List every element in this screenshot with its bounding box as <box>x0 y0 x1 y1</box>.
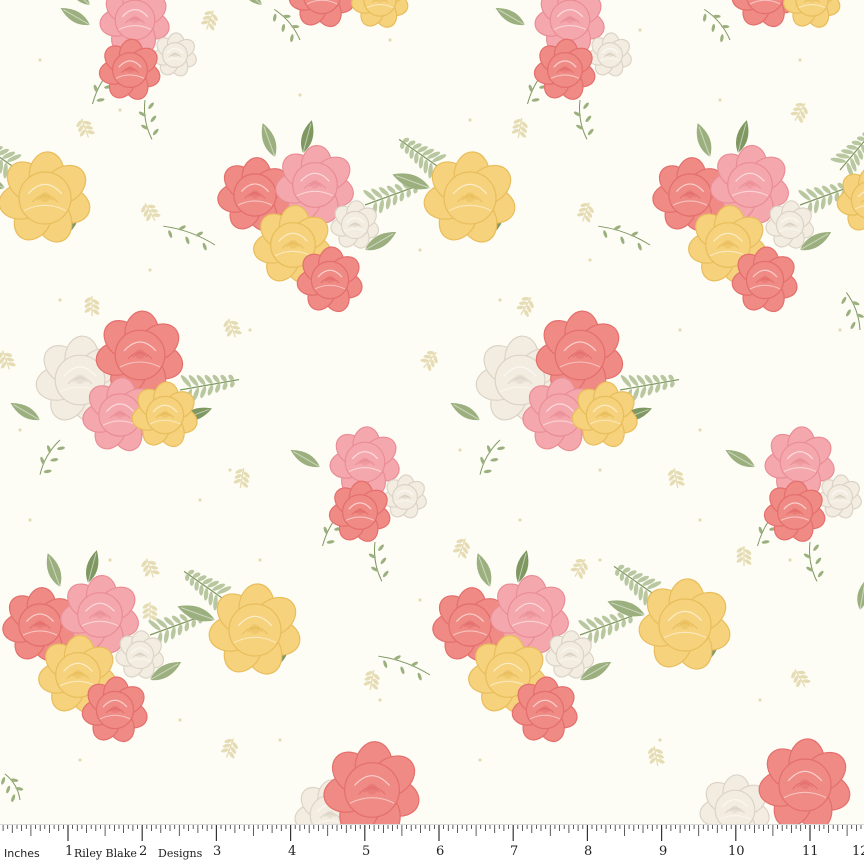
speck-dot <box>378 698 381 701</box>
speck-dot <box>468 118 471 121</box>
ruler-number: 6 <box>436 845 444 859</box>
speck-dot <box>638 28 641 31</box>
speck-dot <box>178 718 181 721</box>
ruler-number: 5 <box>362 845 370 859</box>
speck-dot <box>118 108 121 111</box>
ruler-number: 2 <box>139 845 147 859</box>
speck-dot <box>598 468 601 471</box>
speck-dot <box>148 268 151 271</box>
speck-dot <box>258 558 261 561</box>
speck-dot <box>278 738 281 741</box>
speck-dot <box>798 58 801 61</box>
speck-dot <box>758 698 761 701</box>
speck-dot <box>598 558 601 561</box>
speck-dot <box>658 738 661 741</box>
speck-dot <box>678 328 681 331</box>
speck-dot <box>588 258 591 261</box>
speck-dot <box>698 518 701 521</box>
speck-dot <box>28 518 31 521</box>
speck-dot <box>498 298 501 301</box>
ruler-number: 11 <box>802 845 819 859</box>
speck-dot <box>458 448 461 451</box>
speck-dot <box>38 58 41 61</box>
floral-pattern <box>0 0 864 824</box>
speck-dot <box>718 98 721 101</box>
ruler-number: 1 <box>65 845 73 859</box>
ruler-unit-label: Inches <box>4 847 40 861</box>
ruler-brand-left: Riley Blake <box>74 847 137 861</box>
ruler-number: 4 <box>288 845 296 859</box>
inch-ruler: Inches Riley Blake Designs 1234567891011… <box>0 824 864 865</box>
speck-dot <box>478 758 481 761</box>
speck-dot <box>418 248 421 251</box>
speck-dot <box>838 328 841 331</box>
speck-dot <box>108 558 111 561</box>
ruler-number: 9 <box>659 845 667 859</box>
ruler-brand-right: Designs <box>158 847 202 861</box>
floral-fabric-swatch <box>0 0 864 824</box>
speck-dot <box>58 298 61 301</box>
speck-dot <box>698 428 701 431</box>
speck-dot <box>418 598 421 601</box>
ruler-number: 8 <box>584 845 592 859</box>
ruler-number: 12 <box>852 845 864 859</box>
speck-dot <box>788 558 791 561</box>
ruler-number: 7 <box>510 845 518 859</box>
speck-dot <box>518 518 521 521</box>
speck-dot <box>248 328 251 331</box>
speck-dot <box>228 468 231 471</box>
ruler-number: 3 <box>213 845 221 859</box>
speck-dot <box>78 758 81 761</box>
speck-dot <box>198 498 201 501</box>
speck-dot <box>388 38 391 41</box>
speck-dot <box>298 93 301 96</box>
speck-dot <box>18 428 21 431</box>
ruler-number: 10 <box>728 845 745 859</box>
